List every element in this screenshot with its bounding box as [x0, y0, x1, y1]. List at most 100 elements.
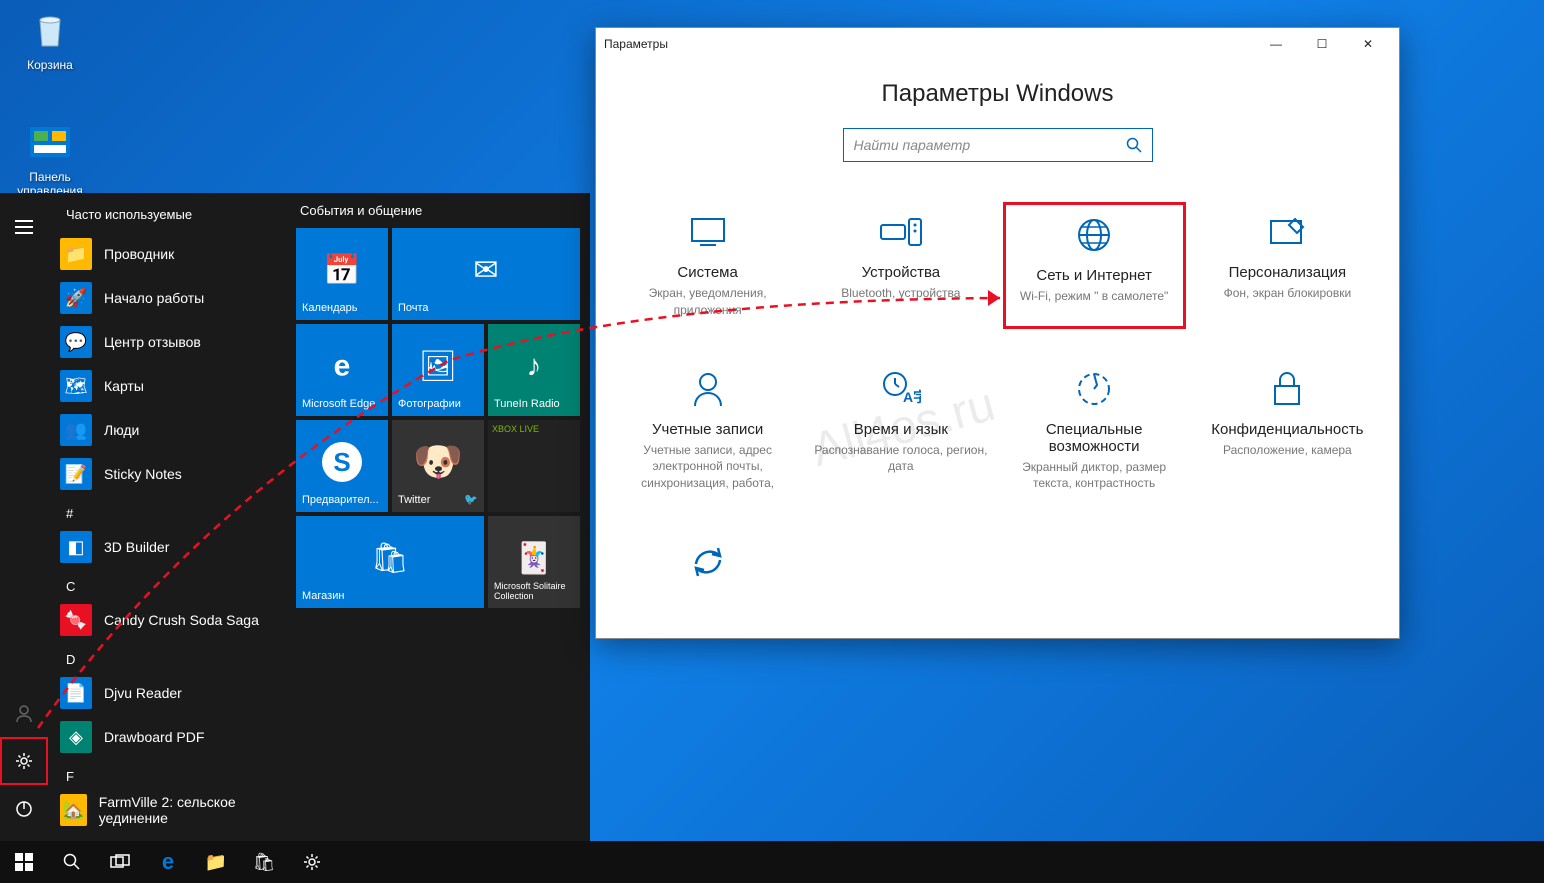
tile-skype[interactable]: S Предварител... — [296, 420, 388, 512]
app-item-label: Начало работы — [104, 290, 204, 306]
settings-search-input[interactable] — [854, 137, 1126, 153]
taskbar-settings-button[interactable] — [288, 841, 336, 883]
tile-store[interactable]: 🛍 Магазин — [296, 516, 484, 608]
settings-category-privacy[interactable]: Конфиденциальность Расположение, камера — [1196, 359, 1379, 503]
app-item-3dbuilder[interactable]: ◧3D Builder — [48, 525, 286, 569]
app-item-drawboard[interactable]: ◈Drawboard PDF — [48, 715, 286, 759]
farm-icon: 🏡 — [60, 794, 87, 826]
app-item-label: 3D Builder — [104, 539, 169, 555]
svg-text:A字: A字 — [903, 389, 921, 405]
folder-icon: 📁 — [60, 238, 92, 270]
update-icon — [620, 542, 795, 582]
window-titlebar[interactable]: Параметры — ☐ ✕ — [596, 28, 1399, 60]
store-icon: 🛍 — [371, 541, 409, 576]
app-item-feedback[interactable]: 💬Центр отзывов — [48, 320, 286, 364]
category-title: Система — [620, 264, 795, 281]
tile-xbox-placeholder[interactable]: XBOX LIVE — [488, 420, 580, 512]
tile-label: Календарь — [302, 302, 382, 314]
tile-photos[interactable]: 🖼Фотографии — [392, 324, 484, 416]
close-button[interactable]: ✕ — [1345, 28, 1391, 60]
section-letter-d[interactable]: D — [48, 642, 286, 671]
start-button[interactable] — [0, 841, 48, 883]
folder-icon: 📁 — [205, 852, 227, 873]
settings-category-accessibility[interactable]: Специальные возможности Экранный диктор,… — [1003, 359, 1186, 503]
settings-category-update[interactable] — [616, 532, 799, 604]
user-account-button[interactable] — [0, 689, 48, 737]
note-icon: 📝 — [60, 458, 92, 490]
candy-icon: 🍬 — [60, 604, 92, 636]
category-title: Специальные возможности — [1007, 421, 1182, 455]
app-item-farmville[interactable]: 🏡FarmVille 2: сельское уединение — [48, 788, 286, 832]
category-desc: Фон, экран блокировки — [1200, 285, 1375, 302]
lock-icon — [1200, 369, 1375, 409]
tile-mail[interactable]: ✉Почта — [392, 228, 580, 320]
taskbar-explorer-button[interactable]: 📁 — [192, 841, 240, 883]
tile-tunein[interactable]: ♪TuneIn Radio — [488, 324, 580, 416]
tile-twitter[interactable]: 🐶Twitter🐦 — [392, 420, 484, 512]
tile-label: Предварител... — [302, 494, 382, 506]
tile-calendar[interactable]: 📅 Календарь — [296, 228, 388, 320]
taskbar-store-button[interactable]: 🛍 — [240, 841, 288, 883]
settings-category-system[interactable]: Система Экран, уведомления, приложения — [616, 202, 799, 329]
section-letter-c[interactable]: C — [48, 569, 286, 598]
time-lang-icon: A字 — [813, 369, 988, 409]
settings-category-time-language[interactable]: A字 Время и язык Распознавание голоса, ре… — [809, 359, 992, 503]
search-button[interactable] — [48, 841, 96, 883]
tile-edge[interactable]: eMicrosoft Edge — [296, 324, 388, 416]
category-desc: Расположение, камера — [1200, 442, 1375, 459]
window-title: Параметры — [604, 37, 668, 51]
hamburger-button[interactable] — [0, 203, 48, 251]
rocket-icon: 🚀 — [60, 282, 92, 314]
app-item-djvu[interactable]: 📄Djvu Reader — [48, 671, 286, 715]
section-letter-m[interactable]: M — [48, 832, 286, 841]
start-menu: Часто используемые 📁 Проводник 🚀 Начало ра… — [0, 193, 590, 841]
settings-category-personalization[interactable]: Персонализация Фон, экран блокировки — [1196, 202, 1379, 329]
section-letter-f[interactable]: F — [48, 759, 286, 788]
category-title: Конфиденциальность — [1200, 421, 1375, 438]
app-item-stickynotes[interactable]: 📝Sticky Notes — [48, 452, 286, 496]
settings-search-box[interactable] — [843, 128, 1153, 162]
task-view-button[interactable] — [96, 841, 144, 883]
app-item-label: Drawboard PDF — [104, 729, 204, 745]
settings-category-network[interactable]: Сеть и Интернет Wi-Fi, режим " в самолет… — [1003, 202, 1186, 329]
settings-button[interactable] — [0, 737, 48, 785]
tile-label: Магазин — [302, 590, 478, 602]
maximize-button[interactable]: ☐ — [1299, 28, 1345, 60]
section-letter-hash[interactable]: # — [48, 496, 286, 525]
category-title: Персонализация — [1200, 264, 1375, 281]
category-desc: Wi-Fi, режим " в самолете" — [1010, 288, 1179, 305]
category-desc: Экран, уведомления, приложения — [620, 285, 795, 319]
power-button[interactable] — [0, 785, 48, 833]
start-rail — [0, 193, 48, 841]
category-title: Учетные записи — [620, 421, 795, 438]
skype-icon: S — [322, 442, 362, 482]
calendar-icon: 📅 — [323, 253, 360, 288]
app-item-label: Проводник — [104, 246, 174, 262]
app-item-explorer[interactable]: 📁 Проводник — [48, 232, 286, 276]
accessibility-icon — [1007, 369, 1182, 409]
app-item-candycrush[interactable]: 🍬Candy Crush Soda Saga — [48, 598, 286, 642]
category-desc: Распознавание голоса, регион, дата — [813, 442, 988, 476]
minimize-button[interactable]: — — [1253, 28, 1299, 60]
start-tiles: События и общение 📅 Календарь ✉Почта eMic… — [286, 193, 590, 841]
category-desc: Учетные записи, адрес электронной почты,… — [620, 442, 795, 492]
app-item-label: Люди — [104, 422, 139, 438]
settings-category-devices[interactable]: Устройства Bluetooth, устройства — [809, 202, 992, 329]
tile-label: Microsoft Edge — [302, 398, 382, 410]
tile-solitaire[interactable]: 🃏Microsoft Solitaire Collection — [488, 516, 580, 608]
store-icon: 🛍 — [253, 852, 276, 873]
settings-category-accounts[interactable]: Учетные записи Учетные записи, адрес эле… — [616, 359, 799, 503]
desktop-icon-control-panel[interactable]: Панель управления — [10, 118, 90, 198]
tile-label: Фотографии — [398, 398, 478, 410]
frequent-apps-header: Часто используемые — [48, 201, 286, 232]
user-icon — [620, 369, 795, 409]
app-item-label: Центр отзывов — [104, 334, 201, 350]
tile-label: Microsoft Solitaire Collection — [494, 582, 574, 602]
app-item-people[interactable]: 👥Люди — [48, 408, 286, 452]
taskbar-edge-button[interactable]: e — [144, 841, 192, 883]
tiles-group-header: События и общение — [296, 203, 580, 228]
settings-categories-grid: Система Экран, уведомления, приложения У… — [616, 202, 1379, 604]
desktop-icon-recycle-bin[interactable]: Корзина — [10, 6, 90, 72]
app-item-getstarted[interactable]: 🚀 Начало работы — [48, 276, 286, 320]
app-item-maps[interactable]: 🗺Карты — [48, 364, 286, 408]
